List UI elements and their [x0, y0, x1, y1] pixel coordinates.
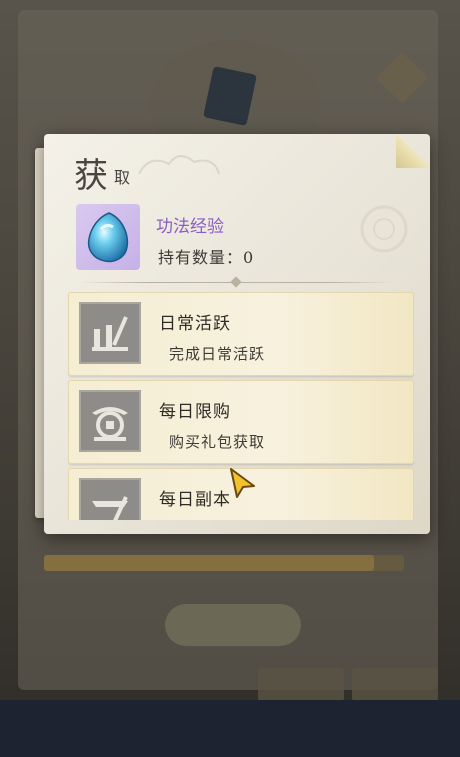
pointer-cursor-icon — [230, 468, 255, 498]
page-fold-corner — [396, 134, 430, 168]
blue-gem-icon — [87, 212, 129, 263]
activity-brush-icon — [79, 302, 141, 364]
source-title: 每日副本 — [159, 490, 231, 510]
source-title: 每日限购 — [159, 402, 231, 422]
background-button — [165, 604, 301, 646]
background-bottom-bar — [0, 700, 460, 757]
shop-coin-icon — [79, 390, 141, 452]
background-tab — [352, 668, 438, 702]
background-tab — [258, 668, 344, 702]
source-desc: 完成日常活跃 — [169, 345, 266, 363]
source-desc: 购买礼包获取 — [169, 433, 266, 451]
cloud-decoration-icon — [138, 155, 220, 175]
item-quantity: 持有数量：0 — [158, 248, 255, 267]
item-name: 功法经验 — [156, 217, 224, 237]
item-icon-frame — [76, 204, 140, 270]
cloud-decoration-icon — [360, 205, 408, 253]
popup-title-sub: 取 — [114, 168, 131, 187]
source-row-daily-activity[interactable]: 日常活跃 完成日常活跃 — [68, 292, 414, 376]
source-title: 日常活跃 — [159, 314, 231, 334]
source-row-daily-limited-shop[interactable]: 每日限购 购买礼包获取 — [68, 380, 414, 464]
popup-title-main: 获 — [74, 156, 109, 196]
background-progress-fill — [44, 555, 374, 571]
dungeon-icon — [79, 478, 141, 520]
divider-ornament — [230, 276, 242, 288]
